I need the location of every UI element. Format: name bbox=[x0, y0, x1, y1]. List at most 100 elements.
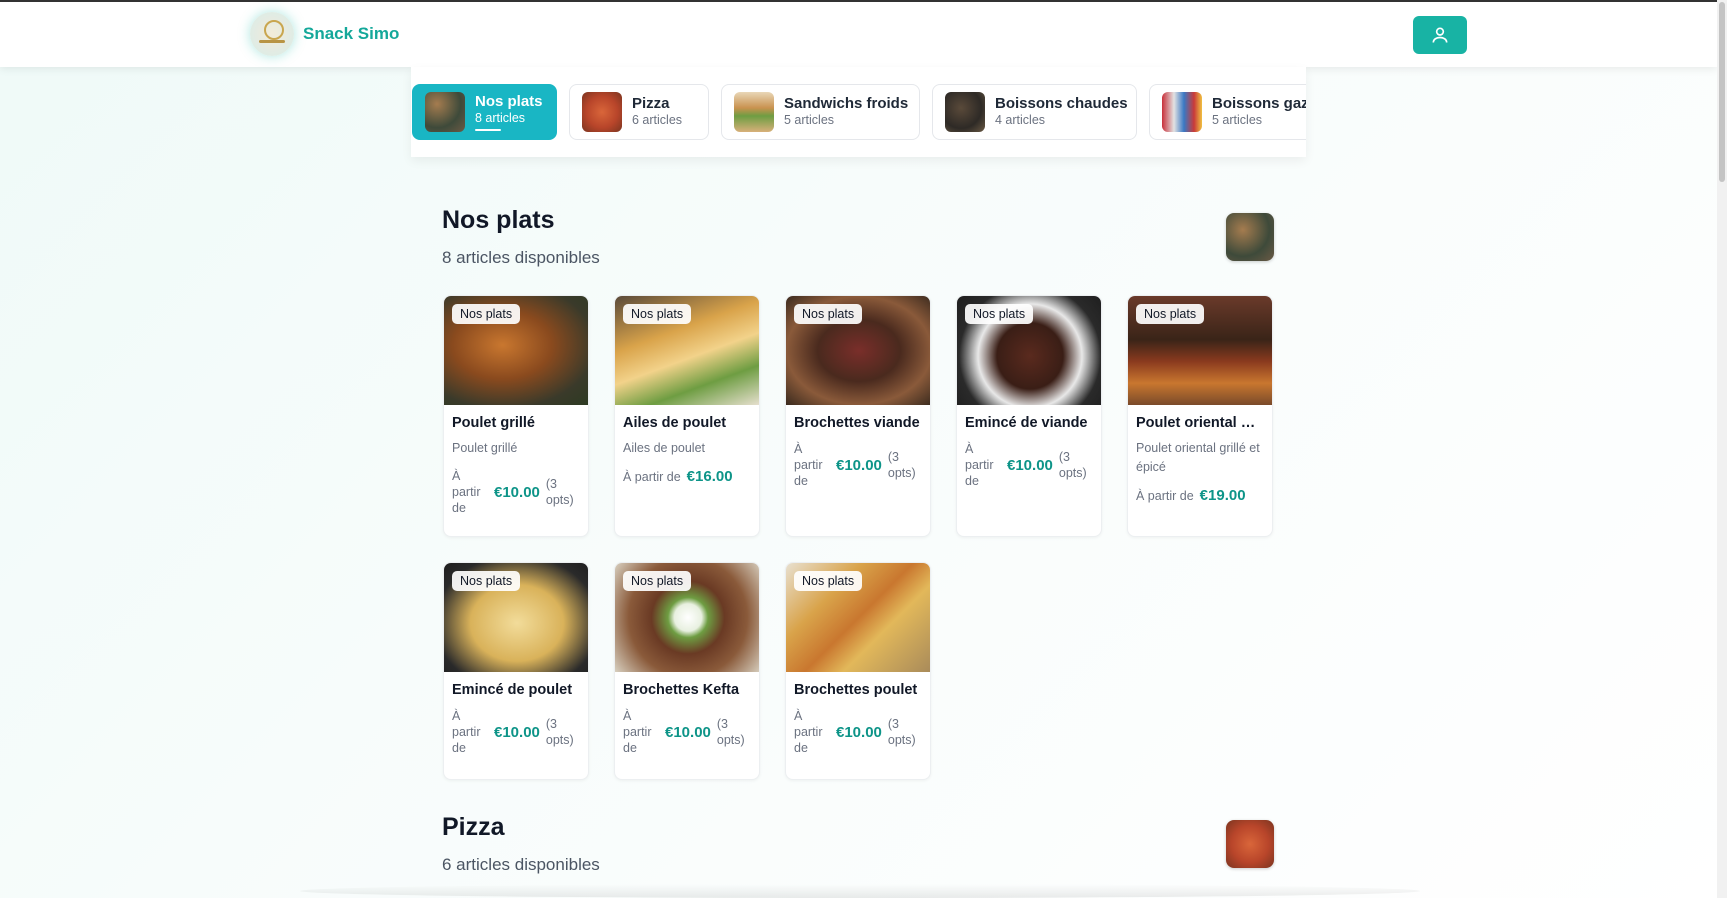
price-label: À partir de bbox=[794, 709, 823, 755]
item-category-badge: Nos plats bbox=[1136, 304, 1205, 324]
menu-item-card[interactable]: Nos plats Poulet oriental gri... Poulet … bbox=[1127, 295, 1273, 537]
section-image-nos-plats bbox=[1226, 213, 1274, 261]
brand-name[interactable]: Snack Simo bbox=[303, 24, 399, 44]
section-title-pizza: Pizza bbox=[442, 813, 505, 841]
category-count: 4 articles bbox=[995, 113, 1046, 127]
price-label: À partir de bbox=[794, 442, 823, 488]
category-count: 5 articles bbox=[784, 113, 835, 127]
section-title-nos-plats: Nos plats bbox=[442, 206, 555, 234]
price-label: À partir de bbox=[1136, 488, 1194, 503]
item-category-badge: Nos plats bbox=[794, 304, 863, 324]
price-label: À partir de bbox=[965, 442, 994, 488]
item-price-row: À partir de €19.00 bbox=[1136, 487, 1264, 504]
category-tab-pizza[interactable]: Pizza 6 articles bbox=[569, 84, 709, 140]
category-thumbnail bbox=[582, 92, 622, 132]
item-title: Brochettes viande bbox=[794, 415, 920, 431]
menu-item-card[interactable]: Nos plats Poulet grillé Poulet grillé À … bbox=[443, 295, 589, 537]
category-thumbnail bbox=[945, 92, 985, 132]
item-price-row: À partir de €10.00 (3 opts) bbox=[452, 468, 580, 516]
category-thumbnail bbox=[425, 92, 465, 132]
category-name: Boissons gazeuses bbox=[1212, 95, 1306, 112]
item-category-badge: Nos plats bbox=[623, 571, 692, 591]
floating-bar-shadow bbox=[300, 884, 1420, 898]
item-title: Emincé de poulet bbox=[452, 682, 573, 698]
section-image-pizza bbox=[1226, 820, 1274, 868]
item-options-count: (3 opts) bbox=[545, 477, 574, 507]
item-options-count: (3 opts) bbox=[716, 717, 745, 747]
category-name: Nos plats bbox=[475, 92, 543, 110]
category-tab-nos-plats[interactable]: Nos plats 8 articles bbox=[412, 84, 557, 140]
item-image: Nos plats bbox=[444, 563, 588, 672]
category-count: 5 articles bbox=[1212, 113, 1263, 127]
item-title: Ailes de poulet bbox=[623, 415, 727, 431]
category-thumbnail bbox=[1162, 92, 1202, 132]
item-image: Nos plats bbox=[1128, 296, 1272, 405]
item-title: Brochettes poulet bbox=[794, 682, 918, 698]
item-price: €16.00 bbox=[686, 468, 733, 485]
item-image: Nos plats bbox=[786, 563, 930, 672]
category-name: Pizza bbox=[632, 95, 670, 112]
item-price: €10.00 bbox=[665, 723, 711, 741]
item-price-row: À partir de €10.00 (3 opts) bbox=[794, 441, 922, 489]
item-title: Poulet grillé bbox=[452, 415, 535, 431]
section-subtitle-pizza: 6 articles disponibles bbox=[442, 855, 600, 874]
item-description: Poulet grillé bbox=[452, 441, 518, 455]
item-options-count: (3 opts) bbox=[887, 450, 916, 480]
category-thumbnail bbox=[734, 92, 774, 132]
item-price: €19.00 bbox=[1199, 487, 1246, 504]
item-price: €10.00 bbox=[1007, 456, 1053, 474]
section-subtitle-nos-plats: 8 articles disponibles bbox=[442, 248, 600, 267]
item-image: Nos plats bbox=[615, 563, 759, 672]
item-price: €10.00 bbox=[494, 483, 540, 501]
menu-item-card[interactable]: Nos plats Brochettes poulet À partir de … bbox=[785, 562, 931, 780]
category-tab-sandwichs-froids[interactable]: Sandwichs froids 5 articles bbox=[721, 84, 920, 140]
item-price-row: À partir de €10.00 (3 opts) bbox=[452, 708, 580, 756]
active-indicator bbox=[475, 128, 501, 131]
item-title: Emincé de viande bbox=[965, 415, 1088, 431]
item-category-badge: Nos plats bbox=[794, 571, 863, 591]
category-name: Boissons chaudes bbox=[995, 95, 1128, 112]
item-category-badge: Nos plats bbox=[452, 304, 521, 324]
item-category-badge: Nos plats bbox=[452, 571, 521, 591]
category-nav: Nos plats 8 articles Pizza 6 articles Sa… bbox=[411, 67, 1306, 157]
page-scrollbar[interactable] bbox=[1717, 0, 1727, 898]
price-label: À partir de bbox=[623, 469, 681, 484]
menu-item-card[interactable]: Nos plats Brochettes viande À partir de … bbox=[785, 295, 931, 537]
user-account-button[interactable] bbox=[1413, 16, 1467, 54]
item-category-badge: Nos plats bbox=[623, 304, 692, 324]
category-count: 6 articles bbox=[632, 113, 683, 127]
item-options-count: (3 opts) bbox=[1058, 450, 1087, 480]
item-options-count: (3 opts) bbox=[545, 717, 574, 747]
item-price: €10.00 bbox=[836, 456, 882, 474]
category-name: Sandwichs froids bbox=[784, 95, 909, 112]
item-price-row: À partir de €10.00 (3 opts) bbox=[623, 708, 751, 756]
item-image: Nos plats bbox=[786, 296, 930, 405]
item-description: Ailes de poulet bbox=[623, 441, 706, 455]
item-image: Nos plats bbox=[957, 296, 1101, 405]
menu-item-card[interactable]: Nos plats Brochettes Kefta À partir de €… bbox=[614, 562, 760, 780]
menu-item-card[interactable]: Nos plats Emincé de viande À partir de €… bbox=[956, 295, 1102, 537]
item-category-badge: Nos plats bbox=[965, 304, 1034, 324]
restaurant-logo[interactable] bbox=[250, 12, 294, 56]
price-label: À partir de bbox=[623, 709, 652, 755]
category-tab-boissons-chaudes[interactable]: Boissons chaudes 4 articles bbox=[932, 84, 1137, 140]
item-title: Brochettes Kefta bbox=[623, 682, 740, 698]
item-title: Poulet oriental gri... bbox=[1136, 415, 1264, 431]
item-price-row: À partir de €10.00 (3 opts) bbox=[794, 708, 922, 756]
item-options-count: (3 opts) bbox=[887, 717, 916, 747]
top-header: Snack Simo bbox=[0, 2, 1717, 67]
price-label: À partir de bbox=[452, 709, 481, 755]
item-image: Nos plats bbox=[444, 296, 588, 405]
user-icon bbox=[1432, 27, 1448, 43]
menu-item-card[interactable]: Nos plats Emincé de poulet À partir de €… bbox=[443, 562, 589, 780]
item-price-row: À partir de €16.00 bbox=[623, 468, 751, 485]
item-price: €10.00 bbox=[494, 723, 540, 741]
item-image: Nos plats bbox=[615, 296, 759, 405]
item-description: Poulet oriental grillé et épicé bbox=[1136, 441, 1260, 474]
category-tab-boissons-gazeuses[interactable]: Boissons gazeuses 5 articles bbox=[1149, 84, 1306, 140]
scrollbar-thumb[interactable] bbox=[1719, 2, 1725, 182]
item-price: €10.00 bbox=[836, 723, 882, 741]
category-count: 8 articles bbox=[475, 110, 526, 125]
price-label: À partir de bbox=[452, 469, 481, 515]
menu-item-card[interactable]: Nos plats Ailes de poulet Ailes de poule… bbox=[614, 295, 760, 537]
